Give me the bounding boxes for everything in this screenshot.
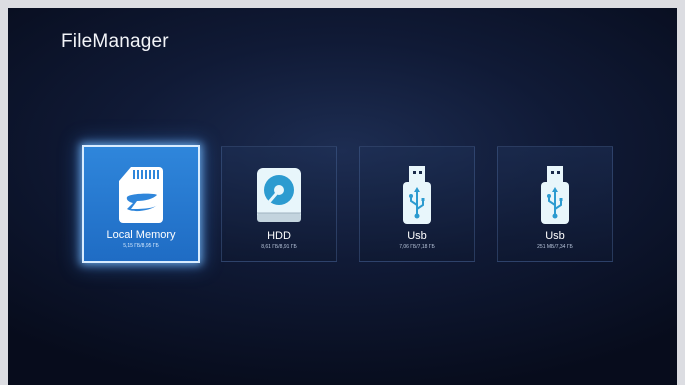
file-manager-screen: FileManager Local Memory 5,15 ГБ/8,95 ГБ bbox=[8, 8, 677, 385]
device-tile-hdd[interactable]: HDD 8,61 ГБ/8,91 ГБ bbox=[221, 146, 337, 262]
sd-card-icon bbox=[111, 164, 171, 224]
app-title: FileManager bbox=[61, 31, 169, 52]
device-label: Usb bbox=[407, 230, 427, 242]
device-usage: 8,61 ГБ/8,91 ГБ bbox=[261, 244, 297, 250]
usb-icon bbox=[525, 165, 585, 225]
hdd-icon bbox=[249, 165, 309, 225]
device-tile-usb-1[interactable]: Usb 7,06 ГБ/7,18 ГБ bbox=[359, 146, 475, 262]
device-label: Usb bbox=[545, 230, 565, 242]
usb-icon bbox=[387, 165, 447, 225]
device-usage: 7,06 ГБ/7,18 ГБ bbox=[399, 244, 435, 250]
device-tile-local-memory[interactable]: Local Memory 5,15 ГБ/8,95 ГБ bbox=[82, 145, 200, 263]
device-usage: 5,15 ГБ/8,95 ГБ bbox=[123, 243, 159, 249]
device-label: HDD bbox=[267, 230, 291, 242]
device-label: Local Memory bbox=[106, 229, 176, 241]
device-usage: 251 МБ/7,34 ГБ bbox=[537, 244, 573, 250]
device-tile-usb-2[interactable]: Usb 251 МБ/7,34 ГБ bbox=[497, 146, 613, 262]
